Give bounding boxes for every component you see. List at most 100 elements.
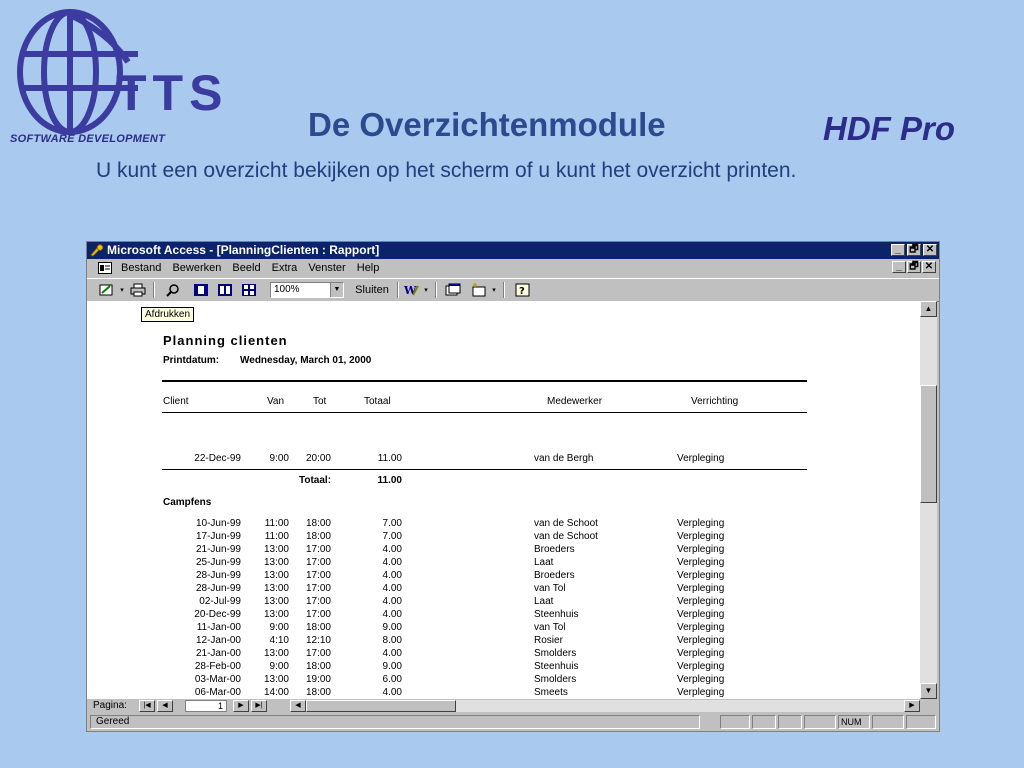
cell-medewerker: Laat — [534, 596, 554, 607]
cell-totaal: 4.00 — [382, 583, 402, 594]
zoom-select[interactable]: 100% ▼ — [270, 282, 344, 298]
cell-totaal: 4.00 — [382, 544, 402, 555]
restore-button[interactable]: 🗗 — [907, 244, 921, 256]
cell-tot: 17:00 — [305, 557, 331, 568]
cell-date: 03-Mar-00 — [194, 674, 241, 685]
doc-minimize-button[interactable]: _ — [892, 261, 906, 273]
cell-tot: 18:00 — [305, 518, 331, 529]
menu-bestand[interactable]: Bestand — [121, 259, 161, 277]
cell-date: 28-Jun-99 — [195, 583, 241, 594]
one-page-icon — [194, 284, 208, 296]
page-label: Pagina: — [93, 700, 127, 711]
horizontal-scroll-thumb[interactable] — [306, 700, 456, 712]
close-button[interactable]: ✕ — [923, 244, 937, 256]
menu-extra[interactable]: Extra — [272, 259, 298, 277]
menu-help[interactable]: Help — [357, 259, 380, 277]
window-title: Microsoft Access - [PlanningClienten : R… — [107, 243, 380, 257]
header-rule — [162, 380, 807, 382]
design-view-icon — [99, 284, 113, 296]
cell-tot: 17:00 — [305, 596, 331, 607]
database-window-button[interactable] — [443, 282, 463, 298]
help-button[interactable]: ? — [513, 282, 533, 298]
cell-verrichting: Verpleging — [677, 635, 725, 646]
scroll-right-button[interactable]: ▶ — [904, 700, 920, 712]
minimize-button[interactable]: _ — [891, 244, 905, 256]
word-link-icon: W — [403, 284, 419, 297]
vertical-scroll-thumb[interactable] — [920, 385, 937, 503]
one-page-button[interactable] — [191, 282, 211, 298]
report-preview[interactable]: Afdrukken Planning clienten Printdatum: … — [87, 301, 920, 699]
print-button[interactable] — [128, 282, 148, 298]
cell-date: 28-Jun-99 — [195, 570, 241, 581]
access-window: Microsoft Access - [PlanningClienten : R… — [86, 241, 940, 732]
cell-van: 9:00 — [269, 453, 289, 464]
cell-verrichting: Verpleging — [677, 687, 725, 698]
cell-tot: 18:00 — [305, 622, 331, 633]
cell-tot: 17:00 — [305, 583, 331, 594]
cell-medewerker: Rosier — [534, 635, 563, 646]
cell-date: 21-Jan-00 — [195, 648, 241, 659]
col-header-totaal: Totaal — [364, 396, 391, 407]
menu-venster[interactable]: Venster — [308, 259, 345, 277]
close-preview-button[interactable]: Sluiten — [351, 282, 393, 298]
scroll-up-button[interactable]: ▲ — [920, 301, 937, 317]
vertical-scrollbar[interactable]: ▲ ▼ — [920, 301, 937, 699]
view-button[interactable] — [97, 282, 117, 298]
two-pages-button[interactable] — [215, 282, 235, 298]
cell-date: 21-Jun-99 — [195, 544, 241, 555]
new-object-dropdown[interactable]: ▾ — [490, 282, 498, 298]
cell-van: 4:10 — [269, 635, 289, 646]
office-links-button[interactable]: W — [401, 282, 421, 298]
cell-totaal: 4.00 — [382, 687, 402, 698]
cell-medewerker: Steenhuis — [534, 661, 579, 672]
cell-verrichting: Verpleging — [677, 596, 725, 607]
report-title: Planning clienten — [163, 333, 288, 348]
menu-bar: Bestand Bewerken Beeld Extra Venster Hel… — [87, 259, 939, 277]
cell-van: 13:00 — [263, 570, 289, 581]
doc-restore-button[interactable]: 🗗 — [907, 261, 921, 273]
scroll-left-button[interactable]: ◀ — [290, 700, 306, 712]
first-page-button[interactable]: |◀ — [139, 700, 155, 712]
next-page-button[interactable]: ▶ — [233, 700, 249, 712]
cell-date: 25-Jun-99 — [195, 557, 241, 568]
record-navigation: Pagina: |◀ ◀ 1 ▶ ▶| ◀ ▶ — [87, 699, 939, 713]
menu-beeld[interactable]: Beeld — [232, 259, 260, 277]
col-header-medewerker: Medewerker — [547, 396, 603, 407]
cell-verrichting: Verpleging — [677, 648, 725, 659]
cell-tot: 18:00 — [305, 661, 331, 672]
scroll-down-button[interactable]: ▼ — [920, 683, 937, 699]
cell-verrichting: Verpleging — [677, 557, 725, 568]
brand-name: HDF Pro — [823, 110, 955, 147]
view-dropdown[interactable]: ▾ — [118, 282, 126, 298]
magnifier-icon — [166, 284, 179, 297]
horizontal-scrollbar[interactable]: ◀ ▶ — [290, 700, 920, 712]
printdate-label: Printdatum: — [163, 355, 220, 366]
cell-medewerker: Laat — [534, 557, 554, 568]
cell-van: 13:00 — [263, 648, 289, 659]
zoom-button[interactable] — [163, 282, 183, 298]
last-page-button[interactable]: ▶| — [251, 700, 267, 712]
cell-van: 9:00 — [269, 622, 289, 633]
cell-verrichting: Verpleging — [677, 518, 725, 529]
cell-date: 11-Jan-00 — [196, 622, 241, 633]
page-number-input[interactable]: 1 — [185, 700, 227, 712]
cell-medewerker: Smolders — [534, 674, 577, 685]
cell-tot: 18:00 — [305, 687, 331, 698]
office-links-dropdown[interactable]: ▾ — [422, 282, 430, 298]
window-titlebar[interactable]: Microsoft Access - [PlanningClienten : R… — [87, 242, 939, 259]
cell-tot: 19:00 — [305, 674, 331, 685]
new-object-button[interactable] — [469, 282, 489, 298]
chevron-down-icon[interactable]: ▼ — [330, 283, 343, 297]
prev-page-button[interactable]: ◀ — [157, 700, 173, 712]
menu-bewerken[interactable]: Bewerken — [172, 259, 221, 277]
cell-medewerker: Smolders — [534, 648, 577, 659]
document-caption-buttons: _ 🗗 ✕ — [892, 261, 936, 273]
cell-van: 11:00 — [264, 518, 289, 529]
multiple-pages-button[interactable] — [239, 282, 259, 298]
cell-van: 13:00 — [263, 544, 289, 555]
doc-close-button[interactable]: ✕ — [922, 261, 936, 273]
cell-tot: 17:00 — [305, 648, 331, 659]
status-pane — [804, 715, 836, 729]
cell-medewerker: van Tol — [534, 622, 566, 633]
group-total-rule — [162, 469, 807, 470]
